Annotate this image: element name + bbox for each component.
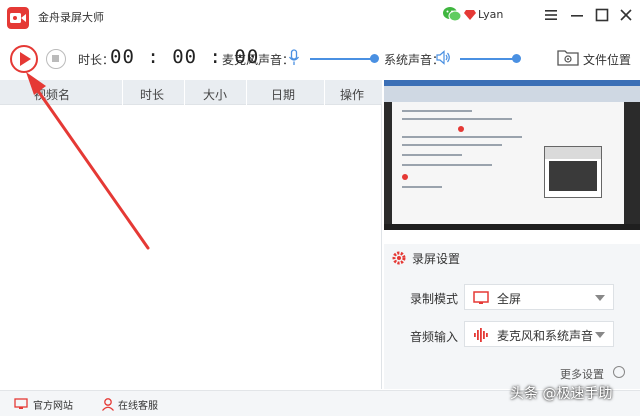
official-website-link[interactable]: 官方网站 <box>33 397 73 412</box>
mic-slider-knob[interactable] <box>370 54 379 63</box>
wechat-icon <box>443 7 462 22</box>
preview-taskbar <box>384 224 640 230</box>
video-table-header: 视频名 时长 大小 日期 操作 <box>0 80 382 105</box>
play-icon <box>20 52 31 66</box>
audio-input-value: 麦克风和系统声音 <box>497 329 594 343</box>
stop-record-button[interactable] <box>46 49 66 69</box>
app-logo-icon <box>7 7 29 29</box>
preview-ribbon <box>384 80 640 102</box>
chevron-down-icon <box>595 332 605 338</box>
record-settings-panel: 录屏设置 录制模式 全屏 音频输入 麦克风和系统声音 更多设置 <box>384 244 640 389</box>
screen-preview <box>384 80 640 230</box>
monitor-icon <box>473 291 489 304</box>
more-settings-link[interactable]: 更多设置 <box>560 366 604 382</box>
record-mode-select[interactable]: 全屏 <box>464 284 614 310</box>
vip-diamond-icon <box>464 10 476 20</box>
column-duration[interactable]: 时长 <box>140 86 164 103</box>
video-list[interactable] <box>0 105 382 389</box>
system-volume-label: 系统声音： <box>384 53 445 67</box>
microphone-icon[interactable] <box>288 49 300 67</box>
file-location-button[interactable]: 文件位置 <box>583 51 631 68</box>
start-record-button[interactable] <box>10 45 38 73</box>
website-monitor-icon <box>14 398 28 409</box>
preview-document <box>392 102 624 224</box>
maximize-icon[interactable] <box>594 7 610 23</box>
column-date[interactable]: 日期 <box>271 86 295 103</box>
menu-icon[interactable] <box>543 7 559 23</box>
close-icon[interactable] <box>618 7 634 23</box>
audio-input-select[interactable]: 麦克风和系统声音 <box>464 321 614 347</box>
system-slider-knob[interactable] <box>512 54 521 63</box>
app-title: 金舟录屏大师 <box>38 11 104 24</box>
preview-inset-window <box>544 146 602 198</box>
column-divider <box>184 80 185 105</box>
title-bar: 金舟录屏大师 Lyan <box>0 0 640 34</box>
column-actions: 操作 <box>340 88 365 102</box>
system-volume-slider[interactable] <box>460 54 521 63</box>
mic-volume-label: 麦克风声音： <box>222 53 295 67</box>
record-mode-label: 录制模式 <box>410 292 459 306</box>
column-divider <box>122 80 123 105</box>
online-service-link[interactable]: 在线客服 <box>118 397 158 412</box>
record-settings-title: 录屏设置 <box>412 252 461 266</box>
column-video-name[interactable]: 视频名 <box>34 86 70 103</box>
audio-input-label: 音频输入 <box>410 330 459 344</box>
column-divider <box>246 80 247 105</box>
column-size[interactable]: 大小 <box>203 86 227 103</box>
folder-icon[interactable] <box>556 45 580 69</box>
minimize-icon[interactable] <box>569 7 585 23</box>
gear-icon <box>392 251 406 265</box>
duration-label: 时长： <box>78 53 115 67</box>
record-mode-value: 全屏 <box>497 292 522 306</box>
customer-service-icon <box>102 398 114 411</box>
audio-wave-icon <box>474 328 488 342</box>
watermark-text: 头条 @极速手助 <box>510 386 613 402</box>
mic-volume-slider[interactable] <box>310 54 379 63</box>
more-settings-icon[interactable] <box>613 366 625 378</box>
user-name: Lyan <box>478 8 504 21</box>
speaker-icon[interactable] <box>436 50 451 65</box>
column-divider <box>324 80 325 105</box>
stop-icon <box>52 55 59 62</box>
chevron-down-icon <box>595 295 605 301</box>
